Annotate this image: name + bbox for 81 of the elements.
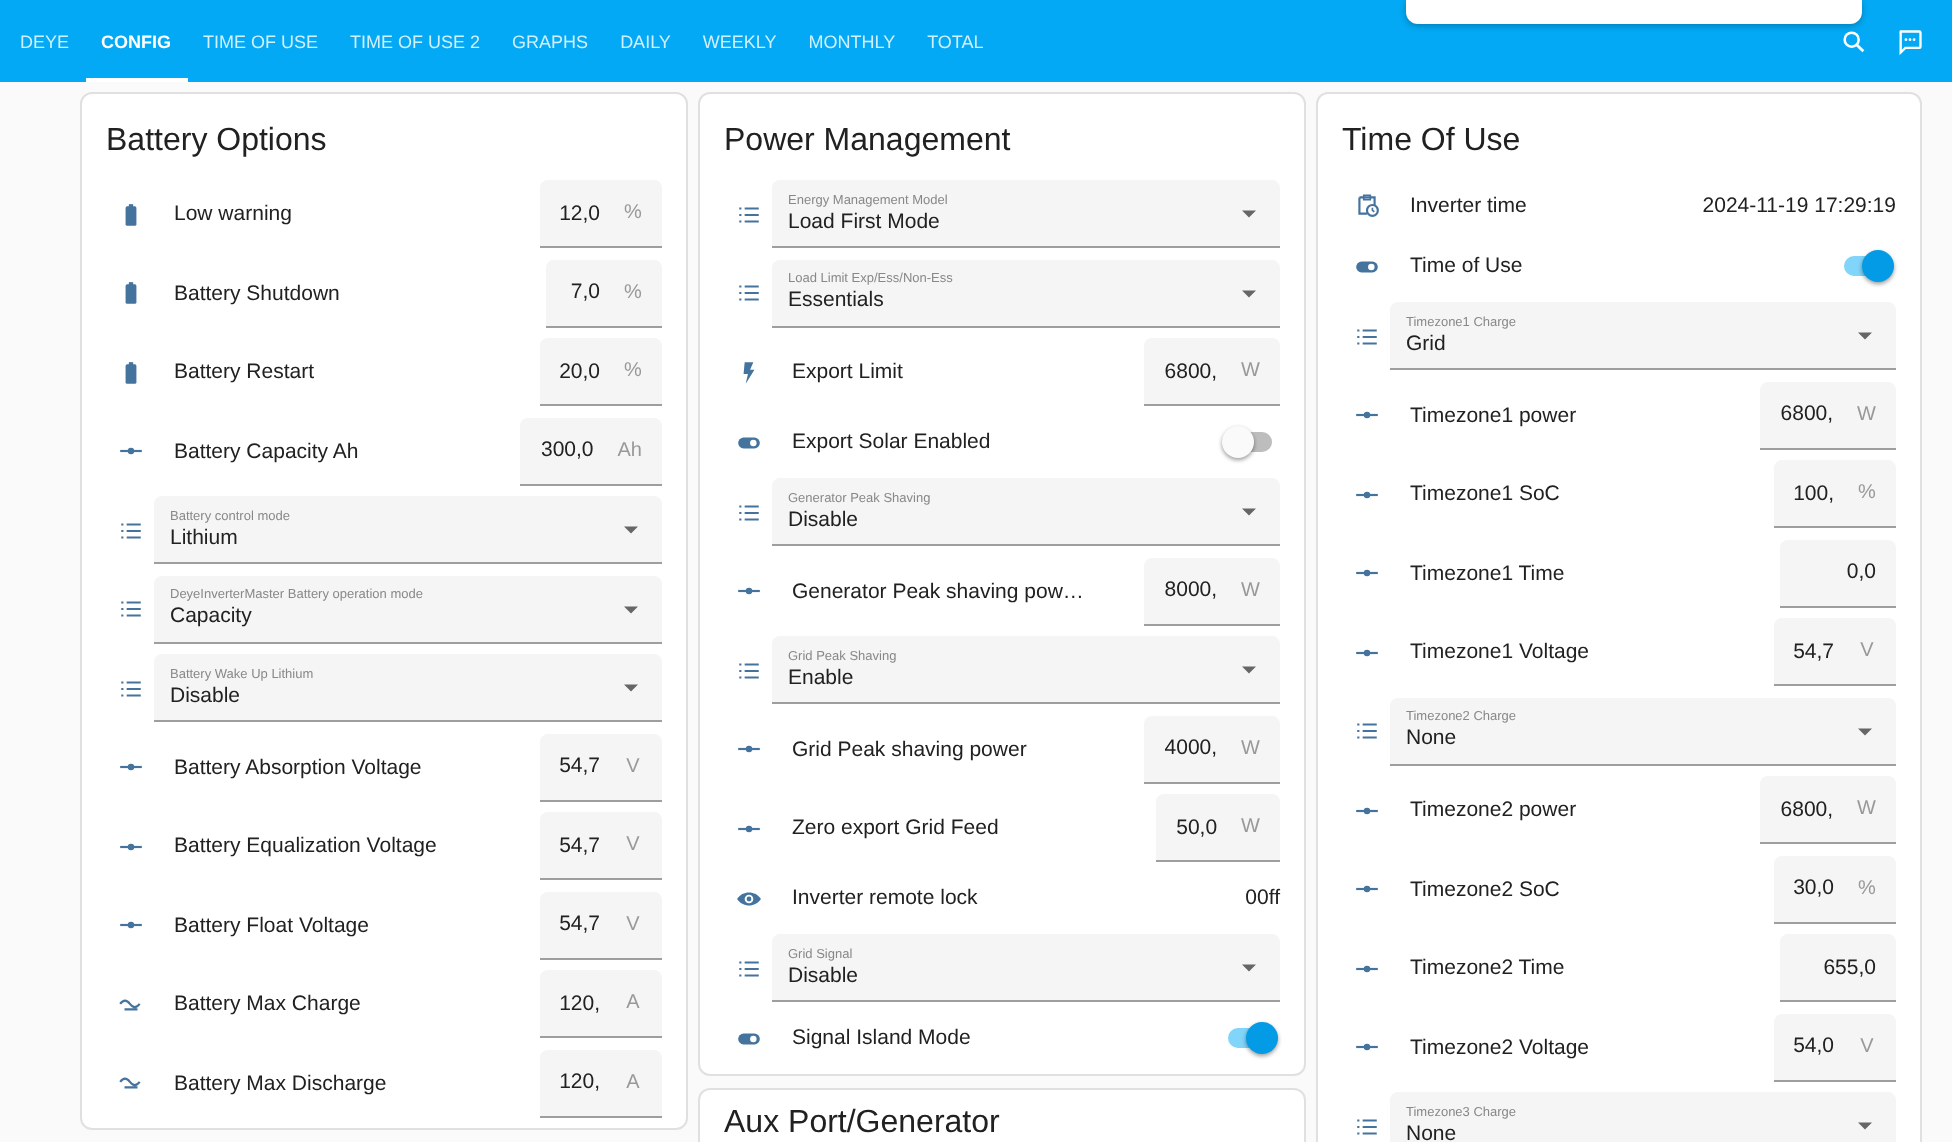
number-field[interactable]: 655,0 — [1780, 934, 1896, 1002]
caret-icon — [1242, 289, 1256, 297]
card-title: Time Of Use — [1342, 122, 1523, 162]
caret-icon — [1858, 332, 1872, 340]
setting-label: Low warning — [172, 202, 294, 226]
number-field[interactable]: 120, A — [539, 970, 662, 1038]
number-field[interactable]: 54,7 V — [539, 733, 662, 801]
setting-label: Timezone1 Voltage — [1408, 640, 1592, 664]
setting-label: Generator Peak shaving pow… — [790, 579, 1086, 603]
setting-label: Time of Use — [1408, 254, 1525, 278]
toggle-switch[interactable] — [1228, 432, 1272, 452]
setting-label: Timezone1 power — [1408, 403, 1579, 427]
number-field[interactable]: 8000, W — [1144, 557, 1280, 625]
number-field[interactable]: 54,7 V — [539, 891, 662, 959]
caret-icon — [1242, 666, 1256, 674]
setting-label: Battery Float Voltage — [172, 913, 371, 937]
number-field[interactable]: 7,0 % — [546, 259, 662, 327]
calendar-clock-icon — [1353, 192, 1379, 218]
setting-label: Export Limit — [790, 360, 905, 384]
setting-label: Battery Max Discharge — [172, 1071, 389, 1095]
setting-label: Timezone2 Time — [1408, 956, 1567, 980]
number-field[interactable]: 100, % — [1773, 460, 1896, 528]
number-field[interactable]: 4000, W — [1144, 715, 1280, 783]
caret-icon — [1242, 210, 1256, 218]
number-field[interactable]: 6800, W — [1760, 381, 1896, 449]
caret-icon — [1242, 964, 1256, 972]
caret-icon — [1858, 1122, 1872, 1130]
setting-label: Timezone1 SoC — [1408, 482, 1562, 506]
number-field[interactable]: 20,0 % — [539, 338, 662, 406]
number-field[interactable]: 54,0 V — [1773, 1013, 1896, 1081]
list-icon — [117, 596, 143, 622]
setting-label: Inverter time — [1408, 193, 1529, 217]
caret-icon — [624, 684, 638, 692]
setting-label: Timezone2 SoC — [1408, 877, 1562, 901]
setting-label: Battery Shutdown — [172, 281, 342, 305]
list-icon — [735, 657, 761, 683]
setting-label: Timezone2 power — [1408, 798, 1579, 822]
list-icon — [735, 280, 761, 306]
number-field[interactable]: 54,7 V — [539, 812, 662, 880]
number-field[interactable]: 50,0 W — [1156, 794, 1280, 862]
caret-icon — [624, 605, 638, 613]
search-icon[interactable] — [1840, 27, 1868, 55]
setting-value: 00ff — [1245, 886, 1280, 910]
setting-value: 2024-11-19 17:29:19 — [1702, 193, 1896, 217]
setting-label: Timezone1 Time — [1408, 561, 1567, 585]
list-icon — [1353, 718, 1379, 744]
setting-label: Zero export Grid Feed — [790, 816, 1001, 840]
number-field[interactable]: 0,0 — [1780, 539, 1896, 607]
setting-label: Grid Peak shaving power — [790, 737, 1029, 761]
list-icon — [1353, 1113, 1379, 1139]
caret-icon — [1858, 727, 1872, 735]
number-field[interactable]: 120, A — [539, 1049, 662, 1117]
list-icon — [735, 499, 761, 525]
setting-label: Battery Max Charge — [172, 992, 363, 1016]
chat-icon[interactable] — [1896, 27, 1924, 55]
card-title: Battery Options — [106, 122, 329, 162]
list-icon — [1353, 323, 1379, 349]
number-field[interactable]: 12,0 % — [539, 180, 662, 248]
setting-label: Battery Capacity Ah — [172, 439, 361, 463]
number-field[interactable]: 30,0 % — [1773, 855, 1896, 923]
setting-label: Battery Restart — [172, 360, 317, 384]
toggle-switch[interactable] — [1228, 1028, 1272, 1048]
list-icon — [117, 517, 143, 543]
setting-label: Battery Equalization Voltage — [172, 834, 439, 858]
setting-label: Signal Island Mode — [790, 1026, 973, 1050]
setting-label: Export Solar Enabled — [790, 430, 993, 454]
setting-label: Timezone2 Voltage — [1408, 1035, 1592, 1059]
list-icon — [117, 675, 143, 701]
caret-icon — [624, 526, 638, 534]
card-title: Power Management — [724, 122, 1013, 162]
caret-icon — [1242, 508, 1256, 516]
card-title: Aux Port/Generator — [724, 1105, 1002, 1141]
setting-label: Battery Absorption Voltage — [172, 755, 424, 779]
list-icon — [735, 201, 761, 227]
number-field[interactable]: 300,0 Ah — [520, 417, 662, 485]
list-icon — [735, 955, 761, 981]
setting-label: Inverter remote lock — [790, 886, 980, 910]
number-field[interactable]: 54,7 V — [1773, 618, 1896, 686]
number-field[interactable]: 6800, W — [1760, 776, 1896, 844]
number-field[interactable]: 6800, W — [1144, 338, 1280, 406]
toggle-switch[interactable] — [1844, 256, 1888, 276]
